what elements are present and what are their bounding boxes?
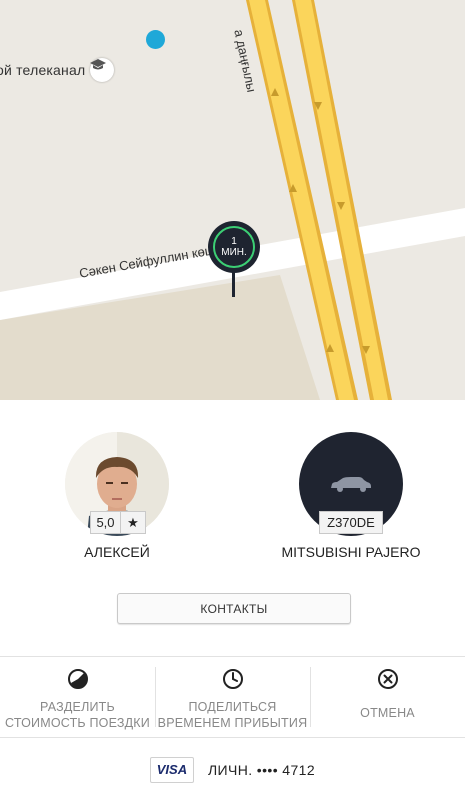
- trip-actions-bar: РАЗДЕЛИТЬ СТОИМОСТЬ ПОЕЗДКИ ПОДЕЛИТЬСЯ В…: [0, 656, 465, 738]
- driver-profile[interactable]: 5,0 ★ АЛЕКСЕЙ: [64, 432, 170, 560]
- share-eta-label: ПОДЕЛИТЬСЯ ВРЕМЕНЕМ ПРИБЫТИЯ: [158, 699, 308, 731]
- share-eta-line1: ПОДЕЛИТЬСЯ: [188, 700, 277, 714]
- driver-rating-badge: 5,0 ★: [90, 511, 146, 534]
- car-model: MITSUBISHI PAJERO: [281, 544, 421, 560]
- map-canvas: [0, 0, 465, 400]
- eta-pin: 1 МИН.: [208, 221, 260, 301]
- cancel-trip-button[interactable]: ОТМЕНА: [310, 657, 465, 737]
- contacts-button[interactable]: КОНТАКТЫ: [117, 593, 351, 624]
- star-icon: ★: [127, 514, 139, 530]
- visa-card-icon: VISA: [149, 756, 194, 783]
- map-place-label: ой телеканал: [0, 62, 86, 78]
- eta-ring: 1 МИН.: [213, 226, 255, 268]
- driver-rating: 5,0: [91, 512, 121, 533]
- car-icon: [331, 477, 371, 492]
- cancel-label: ОТМЕНА: [360, 706, 415, 720]
- split-fare-label: РАЗДЕЛИТЬ СТОИМОСТЬ ПОЕЗДКИ: [5, 699, 150, 731]
- share-eta-line2: ВРЕМЕНЕМ ПРИБЫТИЯ: [157, 716, 308, 730]
- share-eta-button[interactable]: ПОДЕЛИТЬСЯ ВРЕМЕНЕМ ПРИБЫТИЯ: [155, 657, 310, 737]
- clock-icon: [222, 669, 243, 689]
- payment-label: ЛИЧН. •••• 4712: [207, 761, 316, 778]
- split-fare-button[interactable]: РАЗДЕЛИТЬ СТОИМОСТЬ ПОЕЗДКИ: [0, 657, 155, 737]
- eta-unit: МИН.: [221, 247, 247, 258]
- cancel-icon: [377, 669, 398, 689]
- car-profile[interactable]: Z370DE MITSUBISHI PAJERO: [282, 432, 420, 560]
- split-fare-line1: РАЗДЕЛИТЬ: [40, 700, 115, 714]
- graduation-cap-icon[interactable]: [90, 58, 114, 82]
- driver-name: АЛЕКСЕЙ: [84, 544, 150, 560]
- eta-value: 1: [231, 236, 237, 247]
- eta-pin-stem: [232, 269, 235, 297]
- split-fare-line2: СТОИМОСТЬ ПОЕЗДКИ: [5, 716, 150, 730]
- car-plate: Z370DE: [319, 511, 383, 534]
- split-fare-icon: [67, 669, 88, 689]
- map-view[interactable]: ой телеканал Сәкен Сейфуллин көшесі а да…: [0, 0, 465, 400]
- payment-method[interactable]: VISA ЛИЧН. •••• 4712: [0, 739, 465, 800]
- eta-circle: 1 МИН.: [208, 221, 260, 273]
- location-dot: [146, 30, 165, 49]
